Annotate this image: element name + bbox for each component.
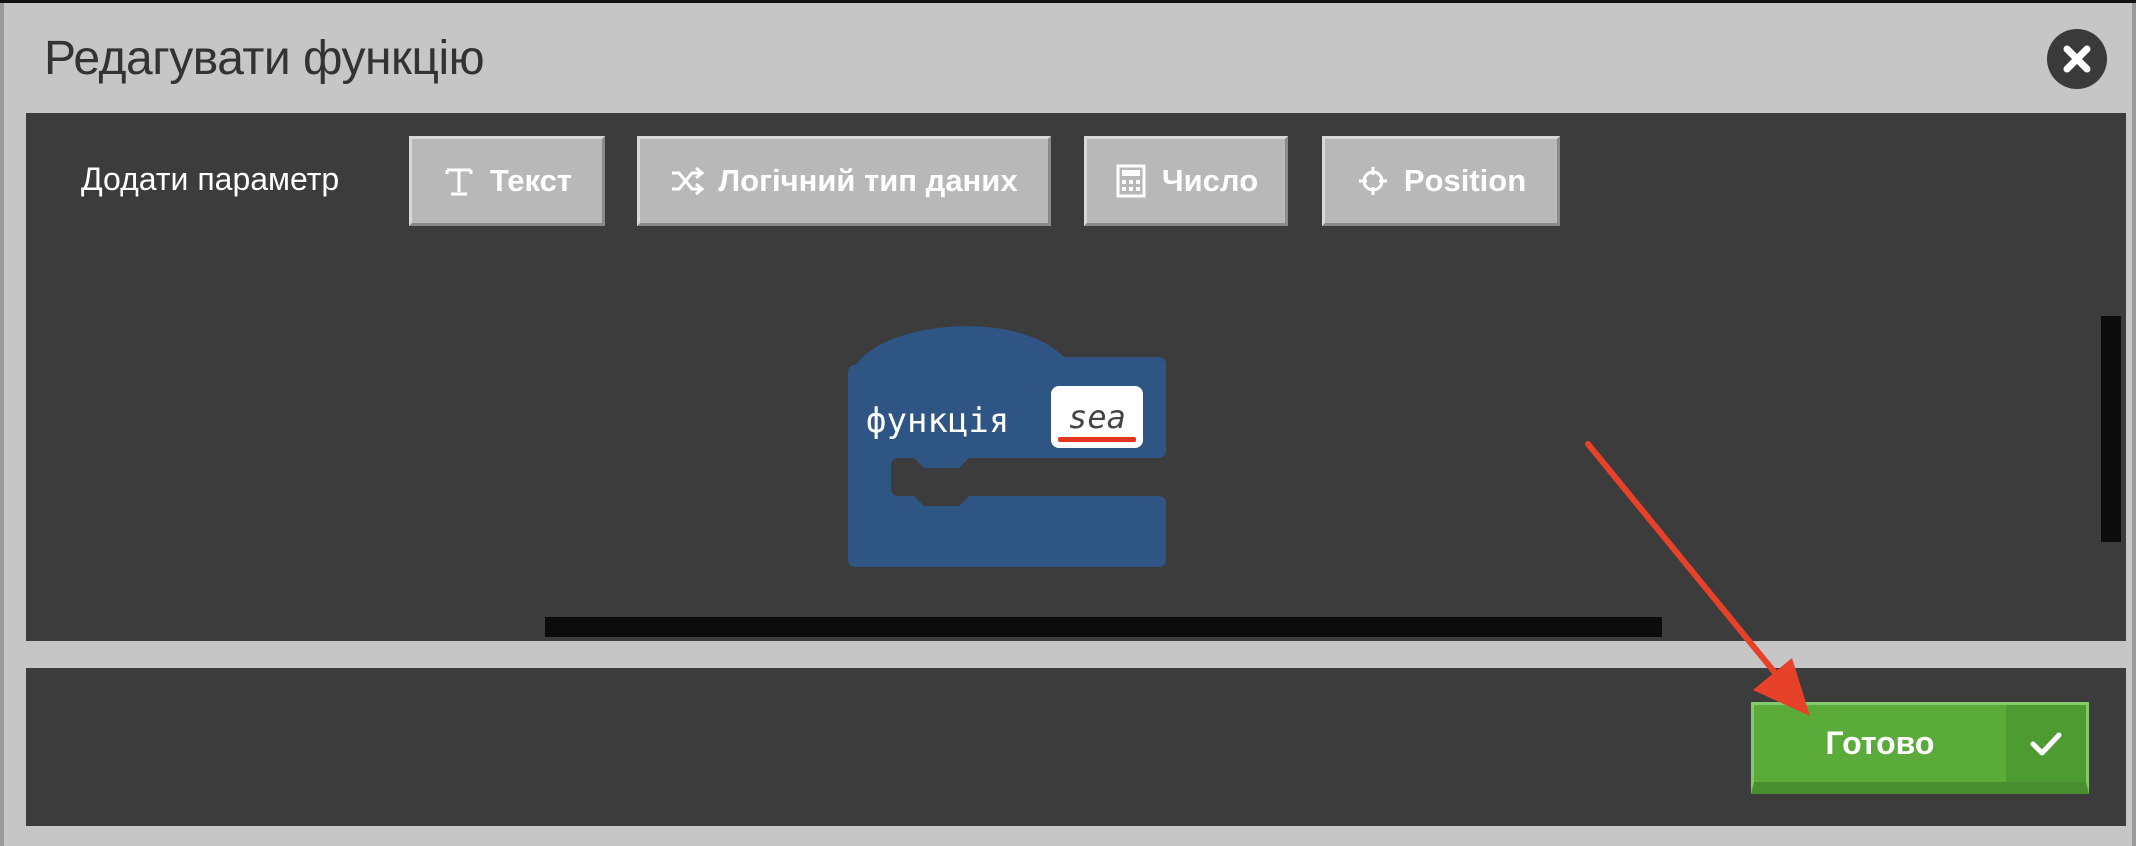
add-position-parameter-button[interactable]: Position <box>1322 136 1560 226</box>
function-name-field[interactable]: sea <box>1051 386 1143 448</box>
function-name-text: sea <box>1068 398 1126 436</box>
vertical-scrollbar[interactable] <box>2101 316 2121 542</box>
function-editor-workspace[interactable]: Додати параметр Текст Логічний тип даних <box>26 113 2126 641</box>
done-button-label: Готово <box>1825 725 1935 761</box>
add-boolean-parameter-button[interactable]: Логічний тип даних <box>637 136 1051 226</box>
horizontal-scrollbar[interactable] <box>545 617 1662 637</box>
function-block-shape <box>848 326 1166 567</box>
dialog-footer: Готово <box>26 668 2126 826</box>
done-button[interactable]: Готово <box>1751 702 2089 794</box>
boolean-button-label: Логічний тип даних <box>718 163 1018 198</box>
position-button-label: Position <box>1403 163 1527 198</box>
number-button-label: Число <box>1161 163 1259 198</box>
calculator-icon <box>1114 164 1148 198</box>
shuffle-icon <box>670 164 705 198</box>
add-parameter-label: Додати параметр <box>81 161 340 197</box>
close-icon <box>2063 45 2091 73</box>
check-icon <box>2006 705 2086 782</box>
function-definition-block[interactable]: функція sea <box>846 323 1186 573</box>
dialog-title: Редагувати функцію <box>44 32 485 85</box>
crosshair-icon <box>1356 164 1390 198</box>
edit-function-dialog: Редагувати функцію Додати параметр Текст <box>0 3 2136 846</box>
spellcheck-underline <box>1058 437 1136 442</box>
text-button-label: Текст <box>489 163 573 198</box>
add-number-parameter-button[interactable]: Число <box>1084 136 1288 226</box>
function-keyword-label: функція <box>866 401 1010 441</box>
add-text-parameter-button[interactable]: Текст <box>409 136 605 226</box>
text-icon <box>442 164 476 198</box>
close-button[interactable] <box>2047 29 2107 89</box>
